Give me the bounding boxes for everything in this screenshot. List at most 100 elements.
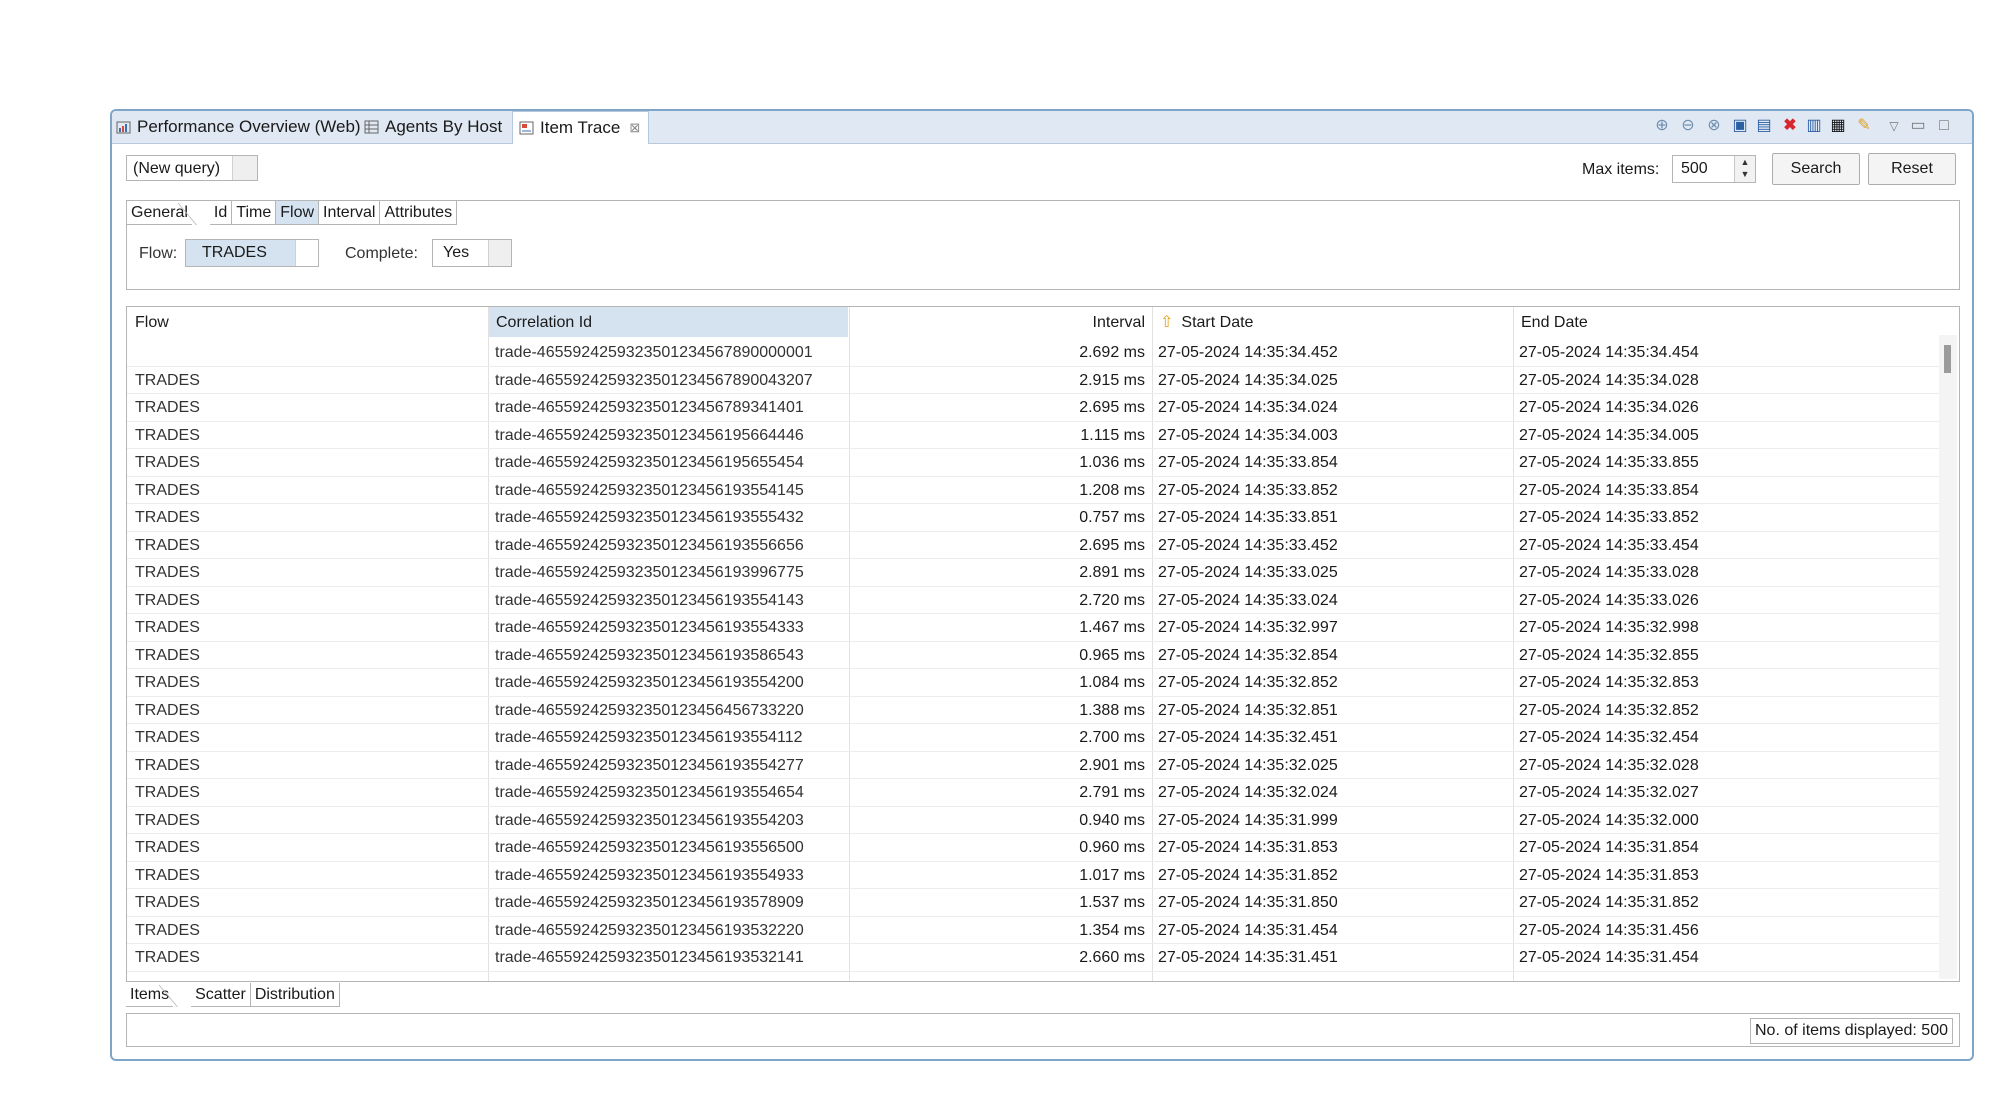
cell-start-date: 27-05-2024 14:35:31.454 (1158, 921, 1338, 939)
tab-label: Item Trace (540, 118, 621, 137)
cell-start-date: 27-05-2024 14:35:33.024 (1158, 591, 1338, 609)
cell-start-date: 27-05-2024 14:35:34.003 (1158, 426, 1338, 444)
dropdown-arrow-icon[interactable] (488, 240, 511, 266)
table-row[interactable]: TRADES trade-4655924259323501234561956644… (127, 422, 1939, 449)
cell-end-date: 27-05-2024 14:35:31.456 (1519, 921, 1699, 939)
cell-correlation-id: trade-465592425932350123456193554277 (495, 756, 804, 774)
table-row[interactable]: TRADES trade-4655924259323501234561935865… (127, 642, 1939, 669)
table-row[interactable]: TRADES trade-4655924259323501234561935541… (127, 724, 1939, 752)
header-correlation-id[interactable]: Correlation Id (488, 307, 848, 337)
max-items-spinner[interactable]: 500 ▲ ▼ (1672, 155, 1756, 183)
search-button[interactable]: Search (1772, 153, 1860, 185)
cell-interval: 1.115 ms (1080, 426, 1145, 444)
cell-correlation-id: trade-465592425932350123456193556500 (495, 839, 804, 856)
cell-flow: TRADES (135, 564, 200, 581)
cell-interval: 2.695 ms (1079, 399, 1145, 416)
dropdown-arrow-icon[interactable] (295, 240, 318, 266)
tab-performance-overview[interactable]: Performance Overview (Web) (116, 111, 361, 143)
header-end-date[interactable]: End Date (1513, 307, 1873, 337)
items-count: No. of items displayed: 500 (1750, 1018, 1953, 1044)
scrollbar-thumb[interactable] (1944, 345, 1951, 373)
tab-flow[interactable]: Flow (276, 201, 320, 225)
header-flow[interactable]: Flow (127, 307, 487, 337)
tab-agents-by-host[interactable]: Agents By Host (364, 111, 502, 143)
cell-end-date: 27-05-2024 14:35:32.853 (1519, 674, 1699, 691)
reset-button[interactable]: Reset (1868, 153, 1956, 185)
tab-time[interactable]: Time (232, 201, 277, 225)
table-row[interactable]: TRADES trade-4655924259323501234561935549… (127, 862, 1939, 889)
table-row[interactable]: TRADES trade-4655924259323501234561935542… (127, 807, 1939, 834)
view-menu-icon[interactable]: ▽ (1884, 116, 1904, 136)
tab-id[interactable]: Id (209, 201, 233, 225)
flow-value: TRADES (202, 244, 267, 261)
table-row[interactable]: TRADES trade-4655924259323501234561935566… (127, 532, 1939, 559)
table-row[interactable]: TRADES trade-4655924259323501234564567332… (127, 697, 1939, 724)
table-row[interactable]: trade-4655924259323501234567890000001 2.6… (127, 339, 1939, 367)
tab-separator (173, 983, 191, 1007)
table-row[interactable]: TRADES trade-4655924259323501234561935322… (127, 917, 1939, 944)
table-row[interactable]: TRADES trade-4655924259323501234561935542… (127, 669, 1939, 697)
table-row[interactable]: TRADES trade-4655924259323501234561956554… (127, 449, 1939, 477)
tab-scatter[interactable]: Scatter (191, 983, 251, 1007)
table-row[interactable]: TRADES trade-4655924259323501234561939967… (127, 559, 1939, 587)
dropdown-arrow-icon[interactable] (232, 156, 257, 180)
close-icon[interactable]: ⊠ (629, 120, 640, 136)
table-row[interactable]: TRADES trade-4655924259323501234561935565… (127, 834, 1939, 862)
chart-tabs: Items Scatter Distribution (126, 983, 340, 1007)
zoom-out-icon[interactable]: ⊖ (1678, 116, 1698, 136)
chart-icon (116, 121, 131, 134)
save-icon[interactable]: ▣ (1730, 116, 1750, 136)
max-items-label: Max items: (1582, 161, 1660, 178)
table-row[interactable]: TRADES trade-4655924259323501234567890043… (127, 367, 1939, 394)
table-row[interactable]: TRADES trade-4655924259323501234561935554… (127, 504, 1939, 532)
cell-correlation-id: trade-465592425932350123456193532220 (495, 921, 804, 939)
complete-select[interactable]: Yes (432, 239, 512, 267)
cell-interval: 0.757 ms (1079, 509, 1145, 526)
table-row[interactable]: TRADES trade-4655924259323501234561935542… (127, 752, 1939, 779)
cell-flow: TRADES (135, 866, 200, 884)
minimize-icon[interactable]: ▭ (1908, 116, 1928, 136)
tab-interval[interactable]: Interval (319, 201, 381, 225)
table-row[interactable]: TRADES trade-4655924259323501234561935541… (127, 477, 1939, 504)
table-row[interactable]: TRADES trade-4655924259323501234561935789… (127, 889, 1939, 917)
table-row[interactable]: TRADES trade-4655924259323501234561935541… (127, 587, 1939, 614)
complete-value: Yes (443, 244, 470, 261)
tab-item-trace[interactable]: Item Trace ⊠ (512, 111, 650, 144)
cell-flow: TRADES (135, 811, 200, 829)
vertical-scrollbar[interactable] (1939, 335, 1957, 979)
results-table: Flow Correlation Id Interval ⇧ Start Date… (126, 306, 1960, 982)
cell-end-date: 27-05-2024 14:35:33.854 (1519, 481, 1699, 499)
tab-attributes[interactable]: Attributes (380, 201, 458, 225)
cell-correlation-id: trade-465592425932350123456789341401 (495, 399, 804, 416)
zoom-fit-icon[interactable]: ⊗ (1704, 116, 1724, 136)
tab-distribution[interactable]: Distribution (250, 983, 340, 1007)
table-row[interactable]: TRADES trade-4655924259323501234561935546… (127, 779, 1939, 807)
cell-interval: 2.901 ms (1079, 756, 1145, 774)
cell-end-date: 27-05-2024 14:35:34.005 (1519, 426, 1699, 444)
edit-icon[interactable]: ✎ (1854, 116, 1874, 136)
cell-correlation-id: trade-465592425932350123456193586543 (495, 646, 804, 664)
header-start-date[interactable]: ⇧ Start Date (1152, 307, 1512, 337)
flow-select[interactable]: TRADES (185, 239, 319, 267)
save-as-icon[interactable]: ▤ (1754, 116, 1774, 136)
table-row[interactable]: TRADES trade-4655924259323501234561935543… (127, 614, 1939, 642)
delete-icon[interactable]: ✖ (1780, 116, 1800, 136)
zoom-in-icon[interactable]: ⊕ (1652, 116, 1672, 136)
report-icon[interactable]: ▥ (1804, 116, 1824, 136)
cell-start-date: 27-05-2024 14:35:31.850 (1158, 894, 1338, 911)
table-row[interactable]: TRADES trade-4655924259323501234567893414… (127, 394, 1939, 422)
spinner-arrows-icon[interactable]: ▲ ▼ (1734, 156, 1755, 182)
table-header: Flow Correlation Id Interval ⇧ Start Date… (127, 307, 1939, 337)
export-icon[interactable]: ▦ (1828, 116, 1848, 136)
cell-correlation-id: trade-465592425932350123456193996775 (495, 564, 804, 581)
cell-flow: TRADES (135, 536, 200, 554)
cell-end-date: 27-05-2024 14:35:34.026 (1519, 399, 1699, 416)
query-select[interactable]: (New query) (126, 155, 258, 181)
table-row[interactable]: TRADES trade-4655924259323501234561935321… (127, 944, 1939, 972)
cell-interval: 0.965 ms (1079, 646, 1145, 664)
cell-interval: 2.791 ms (1079, 784, 1145, 801)
maximize-icon[interactable]: □ (1934, 116, 1954, 136)
header-interval[interactable]: Interval (849, 307, 1151, 337)
cell-flow: TRADES (135, 756, 200, 774)
cell-correlation-id: trade-465592425932350123456193532141 (495, 949, 804, 966)
